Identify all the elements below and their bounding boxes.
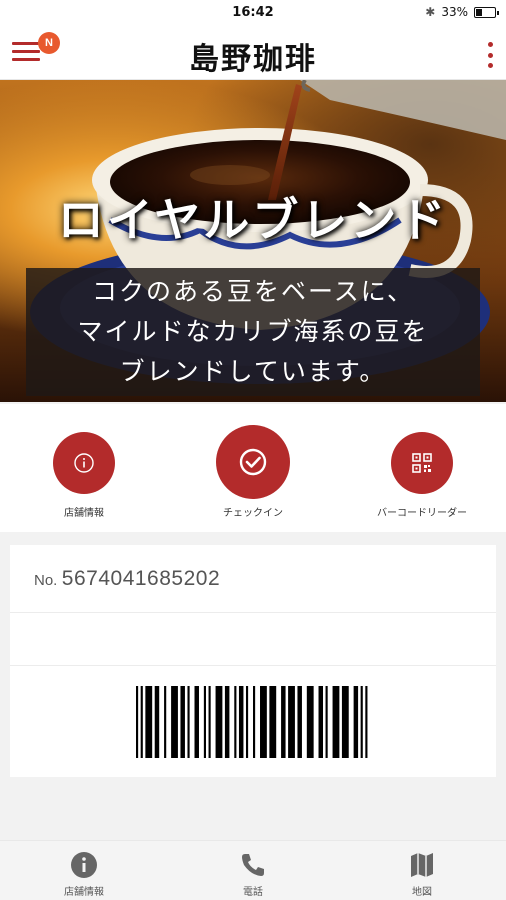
store-info-button[interactable]: 店舗情報 bbox=[0, 404, 168, 532]
info-icon bbox=[71, 852, 97, 878]
battery-level bbox=[476, 8, 482, 16]
barcode-bar bbox=[180, 686, 185, 758]
barcode-bar bbox=[238, 686, 244, 758]
member-card: No. 5674041685202 bbox=[10, 545, 496, 777]
bottom-nav: 店舗情報 電話 地図 bbox=[0, 840, 506, 900]
member-number: No. 5674041685202 bbox=[34, 567, 220, 591]
info-icon bbox=[74, 453, 94, 473]
barcode-bar bbox=[171, 686, 178, 758]
barcode-bar bbox=[145, 686, 153, 758]
barcode-reader-button[interactable]: バーコードリーダー bbox=[338, 404, 506, 532]
barcode-bar bbox=[253, 686, 256, 758]
hero-caption-line: ブレンドしています。 bbox=[119, 357, 387, 386]
nav-store-info[interactable]: 店舗情報 bbox=[0, 841, 168, 900]
barcode-bar bbox=[260, 686, 267, 758]
bluetooth-icon: ✱ bbox=[425, 5, 436, 19]
barcode-bar bbox=[365, 686, 368, 758]
checkin-circle bbox=[216, 425, 290, 499]
barcode-bar bbox=[208, 686, 211, 758]
qr-code-icon bbox=[412, 453, 432, 473]
barcode-bar bbox=[164, 686, 167, 758]
barcode-bar bbox=[332, 686, 340, 758]
store-info-label: 店舗情報 bbox=[64, 508, 104, 519]
barcode-bar bbox=[281, 686, 286, 758]
hero-title: ロイヤルブレンド bbox=[57, 193, 449, 247]
hero-caption-line: マイルドなカリブ海系の豆を bbox=[77, 317, 429, 346]
barcode-bar bbox=[224, 686, 230, 758]
barcode-reader-circle bbox=[391, 432, 453, 494]
barcode-bar bbox=[353, 686, 359, 758]
app-header: N 島野珈琲 bbox=[0, 26, 506, 80]
barcode-bar bbox=[140, 686, 143, 758]
barcode-bar bbox=[234, 686, 237, 758]
nav-label: 店舗情報 bbox=[64, 887, 104, 898]
barcode-bar bbox=[360, 686, 363, 758]
barcode-reader-label: バーコードリーダー bbox=[377, 508, 467, 519]
barcode-bar bbox=[325, 686, 328, 758]
checkin-button[interactable]: チェックイン bbox=[169, 404, 337, 532]
status-bar: 16:42 ✱ 33% bbox=[0, 0, 506, 26]
battery-icon bbox=[474, 6, 499, 18]
checkin-label: チェックイン bbox=[223, 508, 283, 519]
barcode-bar bbox=[306, 686, 314, 758]
status-indicators: ✱ 33% bbox=[425, 5, 499, 19]
barcode-bar bbox=[318, 686, 323, 758]
nav-label: 地図 bbox=[412, 887, 432, 898]
barcode-bar bbox=[269, 686, 277, 758]
map-icon bbox=[411, 853, 433, 877]
barcode-bar bbox=[194, 686, 199, 758]
card-divider bbox=[10, 665, 496, 666]
barcode-bar bbox=[288, 686, 295, 758]
hero-caption: コクのある豆をベースに、 マイルドなカリブ海系の豆を ブレンドしています。 bbox=[26, 268, 480, 396]
app-logo: 島野珈琲 bbox=[189, 42, 317, 77]
barcode-bar bbox=[187, 686, 190, 758]
barcode-bar bbox=[215, 686, 223, 758]
nav-label: 電話 bbox=[243, 887, 263, 898]
checkmark-icon bbox=[239, 448, 267, 476]
barcode-bar bbox=[341, 686, 349, 758]
barcode-bar bbox=[203, 686, 206, 758]
barcode-bar bbox=[245, 686, 249, 758]
more-vertical-icon[interactable] bbox=[484, 42, 496, 68]
member-barcode bbox=[136, 686, 368, 758]
member-number-value: 5674041685202 bbox=[61, 567, 221, 590]
store-info-circle bbox=[53, 432, 115, 494]
member-number-prefix: No. bbox=[34, 572, 58, 589]
battery-percent: 33% bbox=[441, 5, 468, 19]
action-row: 店舗情報 チェックイン バーコードリーダー bbox=[0, 404, 506, 532]
barcode-bar bbox=[297, 686, 302, 758]
nav-map[interactable]: 地図 bbox=[338, 841, 506, 900]
hero-banner[interactable]: ロイヤルブレンド コクのある豆をベースに、 マイルドなカリブ海系の豆を ブレンド… bbox=[0, 80, 506, 402]
hero-caption-line: コクのある豆をベースに、 bbox=[91, 277, 414, 306]
nav-phone[interactable]: 電話 bbox=[169, 841, 337, 900]
barcode-bar bbox=[154, 686, 160, 758]
phone-icon bbox=[242, 854, 264, 876]
barcode-bar bbox=[136, 686, 139, 758]
card-divider bbox=[10, 612, 496, 613]
